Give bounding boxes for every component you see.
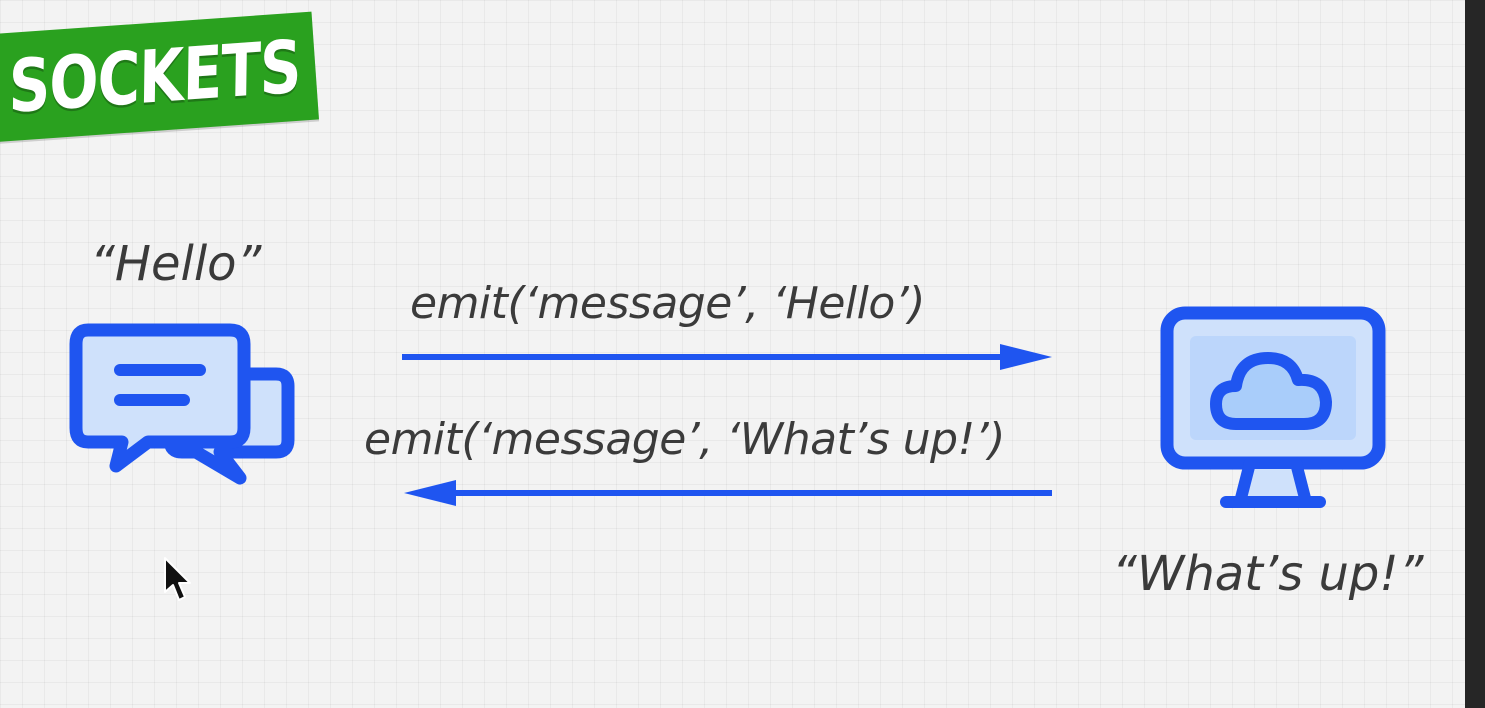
- arrow-right-icon: [402, 344, 1052, 370]
- emit-whatsup-label: emit(‘message’, ‘What’s up!’): [364, 414, 1005, 465]
- emit-hello-label: emit(‘message’, ‘Hello’): [410, 278, 925, 329]
- arrow-left-icon: [404, 480, 1052, 506]
- screen-edge-strip: [1465, 0, 1485, 708]
- diagram-canvas: SOCKETS “Hello” emit(‘message’, ‘Hello’)…: [0, 0, 1465, 708]
- title-banner: SOCKETS: [0, 11, 319, 142]
- title-text: SOCKETS: [8, 23, 302, 130]
- mouse-pointer-icon: [164, 557, 191, 601]
- server-quote: “What’s up!”: [1112, 546, 1424, 602]
- client-quote: “Hello”: [90, 236, 262, 292]
- chat-bubbles-icon: [69, 323, 295, 485]
- monitor-cloud-icon: [1160, 306, 1386, 508]
